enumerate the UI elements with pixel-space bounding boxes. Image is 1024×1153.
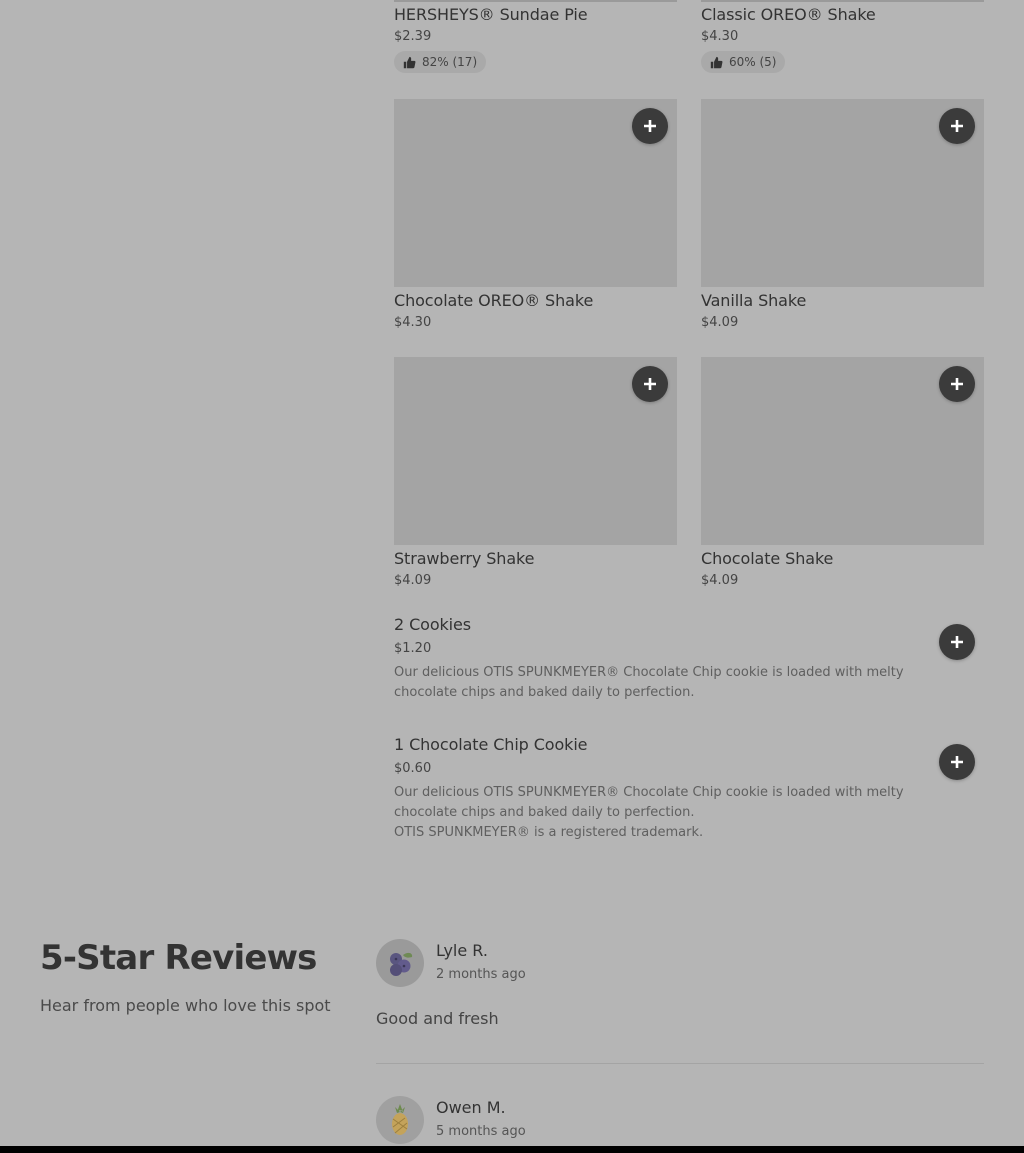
add-to-cart-button[interactable]: [632, 108, 668, 144]
add-to-cart-button[interactable]: [939, 366, 975, 402]
reviews-heading: 5-Star Reviews: [40, 938, 317, 978]
card-image-edge: [701, 0, 984, 2]
pineapple-icon: [376, 1096, 424, 1144]
rating-badge: 82% (17): [394, 51, 487, 73]
list-item-trademark-note: OTIS SPUNKMEYER® is a registered tradema…: [394, 825, 704, 840]
avatar: [376, 1096, 424, 1144]
review-text: Good and fresh: [376, 1009, 499, 1028]
add-to-cart-button[interactable]: [939, 108, 975, 144]
add-to-cart-button[interactable]: [939, 744, 975, 780]
list-item-title[interactable]: 2 Cookies: [394, 615, 471, 634]
menu-item-title[interactable]: Classic OREO® Shake: [701, 5, 876, 24]
list-item-price: $1.20: [394, 641, 432, 656]
plus-icon: [951, 636, 963, 648]
menu-item-title[interactable]: Chocolate Shake: [701, 549, 833, 568]
thumbs-up-icon: [710, 56, 723, 68]
menu-item-title[interactable]: Chocolate OREO® Shake: [394, 291, 593, 310]
menu-item-title[interactable]: HERSHEYS® Sundae Pie: [394, 5, 588, 24]
card-image-edge: [394, 0, 677, 2]
rating-text: 60% (5): [729, 55, 777, 69]
list-item-price: $0.60: [394, 761, 432, 776]
menu-item-title[interactable]: Vanilla Shake: [701, 291, 806, 310]
menu-item-price: $4.09: [701, 573, 739, 588]
rating-text: 82% (17): [422, 55, 478, 69]
menu-item-price: $4.30: [394, 315, 432, 330]
plus-icon: [644, 120, 656, 132]
list-item-title[interactable]: 1 Chocolate Chip Cookie: [394, 735, 588, 754]
list-item-description: Our delicious OTIS SPUNKMEYER® Chocolate…: [394, 665, 904, 700]
menu-item-price: $2.39: [394, 29, 432, 44]
viewport-bottom-edge: [0, 1146, 1024, 1153]
menu-item-title[interactable]: Strawberry Shake: [394, 549, 534, 568]
reviewer-name: Owen M.: [436, 1098, 506, 1117]
reviews-subheading: Hear from people who love this spot: [40, 996, 331, 1015]
thumbs-up-icon: [403, 56, 416, 68]
list-item-description: Our delicious OTIS SPUNKMEYER® Chocolate…: [394, 785, 904, 820]
review-divider: [376, 1063, 984, 1064]
plus-icon: [951, 756, 963, 768]
menu-item-price: $4.30: [701, 29, 739, 44]
plus-icon: [951, 378, 963, 390]
blueberries-icon: [376, 939, 424, 987]
add-to-cart-button[interactable]: [632, 366, 668, 402]
plus-icon: [951, 120, 963, 132]
menu-item-price: $4.09: [394, 573, 432, 588]
review-date: 5 months ago: [436, 1124, 526, 1139]
menu-item-price: $4.09: [701, 315, 739, 330]
plus-icon: [644, 378, 656, 390]
reviewer-name: Lyle R.: [436, 941, 488, 960]
add-to-cart-button[interactable]: [939, 624, 975, 660]
review-date: 2 months ago: [436, 967, 526, 982]
rating-badge: 60% (5): [701, 51, 786, 73]
avatar: [376, 939, 424, 987]
